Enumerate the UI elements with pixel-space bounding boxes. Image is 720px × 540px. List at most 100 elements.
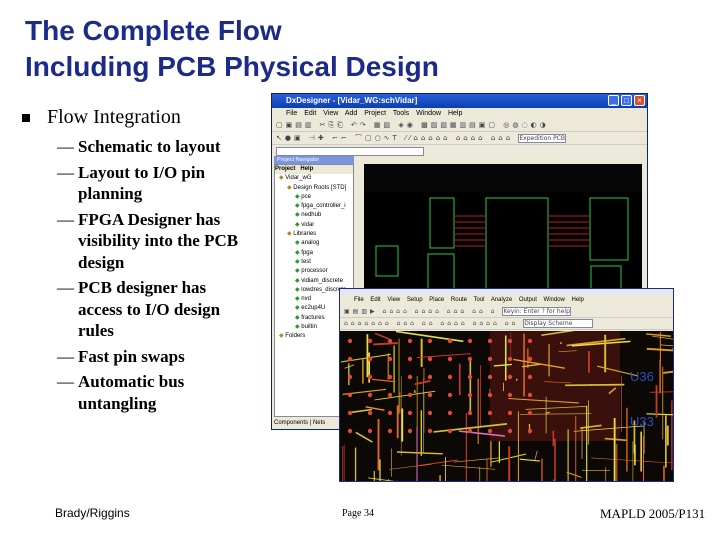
tree-item[interactable]: ◆ pce xyxy=(275,193,353,202)
pcb-via xyxy=(387,356,393,362)
pcb-via xyxy=(527,428,533,434)
sub-bullet: — Schematic to layout xyxy=(57,137,221,156)
tree-item[interactable]: ◆ vidiam_discrete xyxy=(275,277,353,286)
panel-titlebar: Project Navigator xyxy=(274,156,354,164)
bullet-heading: Flow Integration xyxy=(47,106,181,128)
tree-item-label: vidiam_discrete xyxy=(301,277,343,284)
tree-item-label: Vidar_wG xyxy=(285,175,312,182)
tree-item[interactable]: ◆ Libraries xyxy=(275,230,353,239)
pcb-via xyxy=(527,392,533,398)
pcb-via xyxy=(487,428,493,434)
pcb-via xyxy=(527,356,533,362)
pcb-via xyxy=(367,392,373,398)
sub-bullet-text: Layout to I/O pin planning xyxy=(78,162,206,204)
toolbar-1[interactable]: ▣▤▥▶ ⌂⌂⌂⌂ ⌂⌂⌂⌂ ⌂⌂⌂ ⌂⌂ ⌂ Keyin: Enter ? f… xyxy=(340,306,673,318)
pcb-trace xyxy=(565,383,625,387)
refdes-u36: U36 xyxy=(630,369,654,384)
pcb-via xyxy=(387,392,393,398)
search-combo[interactable] xyxy=(276,147,424,156)
panel-title: Project Navigator xyxy=(277,157,320,163)
title-line-2: Including PCB Physical Design xyxy=(25,51,439,82)
pcb-via xyxy=(487,356,493,362)
tab-nets[interactable]: Nets xyxy=(313,420,325,426)
pcb-via xyxy=(367,410,373,416)
bullet-square-icon xyxy=(22,114,30,122)
tree-item[interactable]: ◆ nedhub xyxy=(275,211,353,220)
pcb-via xyxy=(507,356,513,362)
pcb-via xyxy=(447,338,453,344)
pcb-via xyxy=(447,428,453,434)
pcb-via xyxy=(387,374,393,380)
tree-item[interactable]: ◆ analog xyxy=(275,239,353,248)
tree-item-label: fpga_controller_i xyxy=(301,203,346,210)
pcb-via xyxy=(347,338,353,344)
pcb-via xyxy=(367,338,373,344)
sub-bullet-text: FPGA Designer has visibility into the PC… xyxy=(78,209,239,272)
tree-item[interactable]: ◆ test xyxy=(275,258,353,267)
tool-combo[interactable]: Expedition PCB xyxy=(518,134,567,143)
pcb-via xyxy=(447,356,453,362)
sub-bullet-text: PCB designer has access to I/O design ru… xyxy=(78,278,221,340)
pcb-via xyxy=(507,338,513,344)
toolbar-2[interactable]: ⌂⌂⌂⌂⌂⌂⌂ ⌂⌂⌂ ⌂⌂ ⌂⌂⌂⌂ ⌂⌂⌂⌂ ⌂⌂ Display Sche… xyxy=(340,318,673,330)
toolbar-1[interactable]: ▢▣▤▥ ✂⎘⎗ ↶↷ ▦▧ ◈◉ ▩▨▧▦▥▤▣▢ ◎◍◌◐◑ xyxy=(272,119,647,132)
tree-item-label: Design Roots [STD] xyxy=(293,184,347,191)
pcb-via xyxy=(507,392,513,398)
tree-item-label: analog xyxy=(301,240,320,247)
pcb-via xyxy=(467,410,473,416)
pcb-via xyxy=(467,338,473,344)
window-title: DxDesigner - [Vidar_WG:schVidar] xyxy=(286,96,418,105)
pcb-via xyxy=(527,410,533,416)
tree-item[interactable]: ◆ Vidar_wG xyxy=(275,174,353,183)
keyin-field[interactable]: Keyin: Enter ? for help xyxy=(502,307,571,316)
display-scheme-select[interactable]: Display Scheme xyxy=(523,319,594,328)
menu-bar[interactable]: File Edit View Setup Place Route Tool An… xyxy=(340,295,673,306)
tree-item[interactable]: ◆ vidar xyxy=(275,221,353,230)
sub-bullet: — PCB designer has access to I/O design r… xyxy=(57,277,272,342)
sub-bullet: — FPGA Designer has visibility into the P… xyxy=(57,209,272,274)
tab-help[interactable]: Help xyxy=(300,166,313,172)
pcb-via xyxy=(347,356,353,362)
tree-item[interactable]: ◆ fpga_controller_i xyxy=(275,202,353,211)
pcb-via xyxy=(407,374,413,380)
tab-components[interactable]: Components xyxy=(274,420,308,426)
pcb-trace xyxy=(373,342,398,346)
tree-item[interactable]: ◆ processor xyxy=(275,267,353,276)
tree-item[interactable]: ◆ fpga xyxy=(275,249,353,258)
tab-project[interactable]: Project xyxy=(275,166,295,172)
minimize-button[interactable]: _ xyxy=(608,95,619,106)
pcb-via xyxy=(507,428,513,434)
pcb-via xyxy=(407,356,413,362)
tree-item-label: processor xyxy=(301,268,328,275)
close-button[interactable]: × xyxy=(634,95,645,106)
pcb-via xyxy=(427,338,433,344)
pcb-via xyxy=(347,374,353,380)
tree-item-label: fpga xyxy=(301,249,313,256)
refdes-u33: U33 xyxy=(630,414,654,429)
tree-item[interactable]: ◆ Design Roots [STD] xyxy=(275,184,353,193)
tree-item-label: ec2up4U xyxy=(301,305,326,312)
tree-item-label: test xyxy=(301,258,311,265)
sub-bullet: — Layout to I/O pin planning xyxy=(57,162,272,205)
tree-item-label: nvd xyxy=(301,296,311,303)
maximize-button[interactable]: □ xyxy=(621,95,632,106)
tree-item-label: Folders xyxy=(285,333,306,340)
pcb-canvas[interactable]: U36 U33 xyxy=(340,331,674,482)
pcb-via xyxy=(407,410,413,416)
pcb-via xyxy=(447,392,453,398)
sub-bullet-text: Schematic to layout xyxy=(78,137,221,156)
footer-page: Page 34 xyxy=(342,508,374,519)
toolbar-2[interactable]: ↖●▣ ⊣✚ ⌐⌐ ⌒▢○∿T ⁄⁄⌂⌂⌂⌂⌂ ⌂⌂⌂⌂ ⌂⌂⌂ Expedit… xyxy=(272,132,647,145)
tree-item-label: pce xyxy=(301,193,311,200)
pcb-via xyxy=(387,428,393,434)
menu-bar[interactable]: File Edit View Add Project Tools Window … xyxy=(272,108,647,119)
tree-item-label: nedhub xyxy=(301,212,322,219)
pcb-via xyxy=(387,338,393,344)
sub-bullet-text: Automatic bus untangling xyxy=(78,372,185,413)
pcb-via xyxy=(447,374,453,380)
bottom-tabs: Components | Nets xyxy=(274,420,326,426)
pcb-layout-window: File Edit View Setup Place Route Tool An… xyxy=(339,288,674,482)
pcb-via xyxy=(487,338,493,344)
sub-bullet-text: Fast pin swaps xyxy=(78,346,185,366)
pcb-via xyxy=(427,428,433,434)
